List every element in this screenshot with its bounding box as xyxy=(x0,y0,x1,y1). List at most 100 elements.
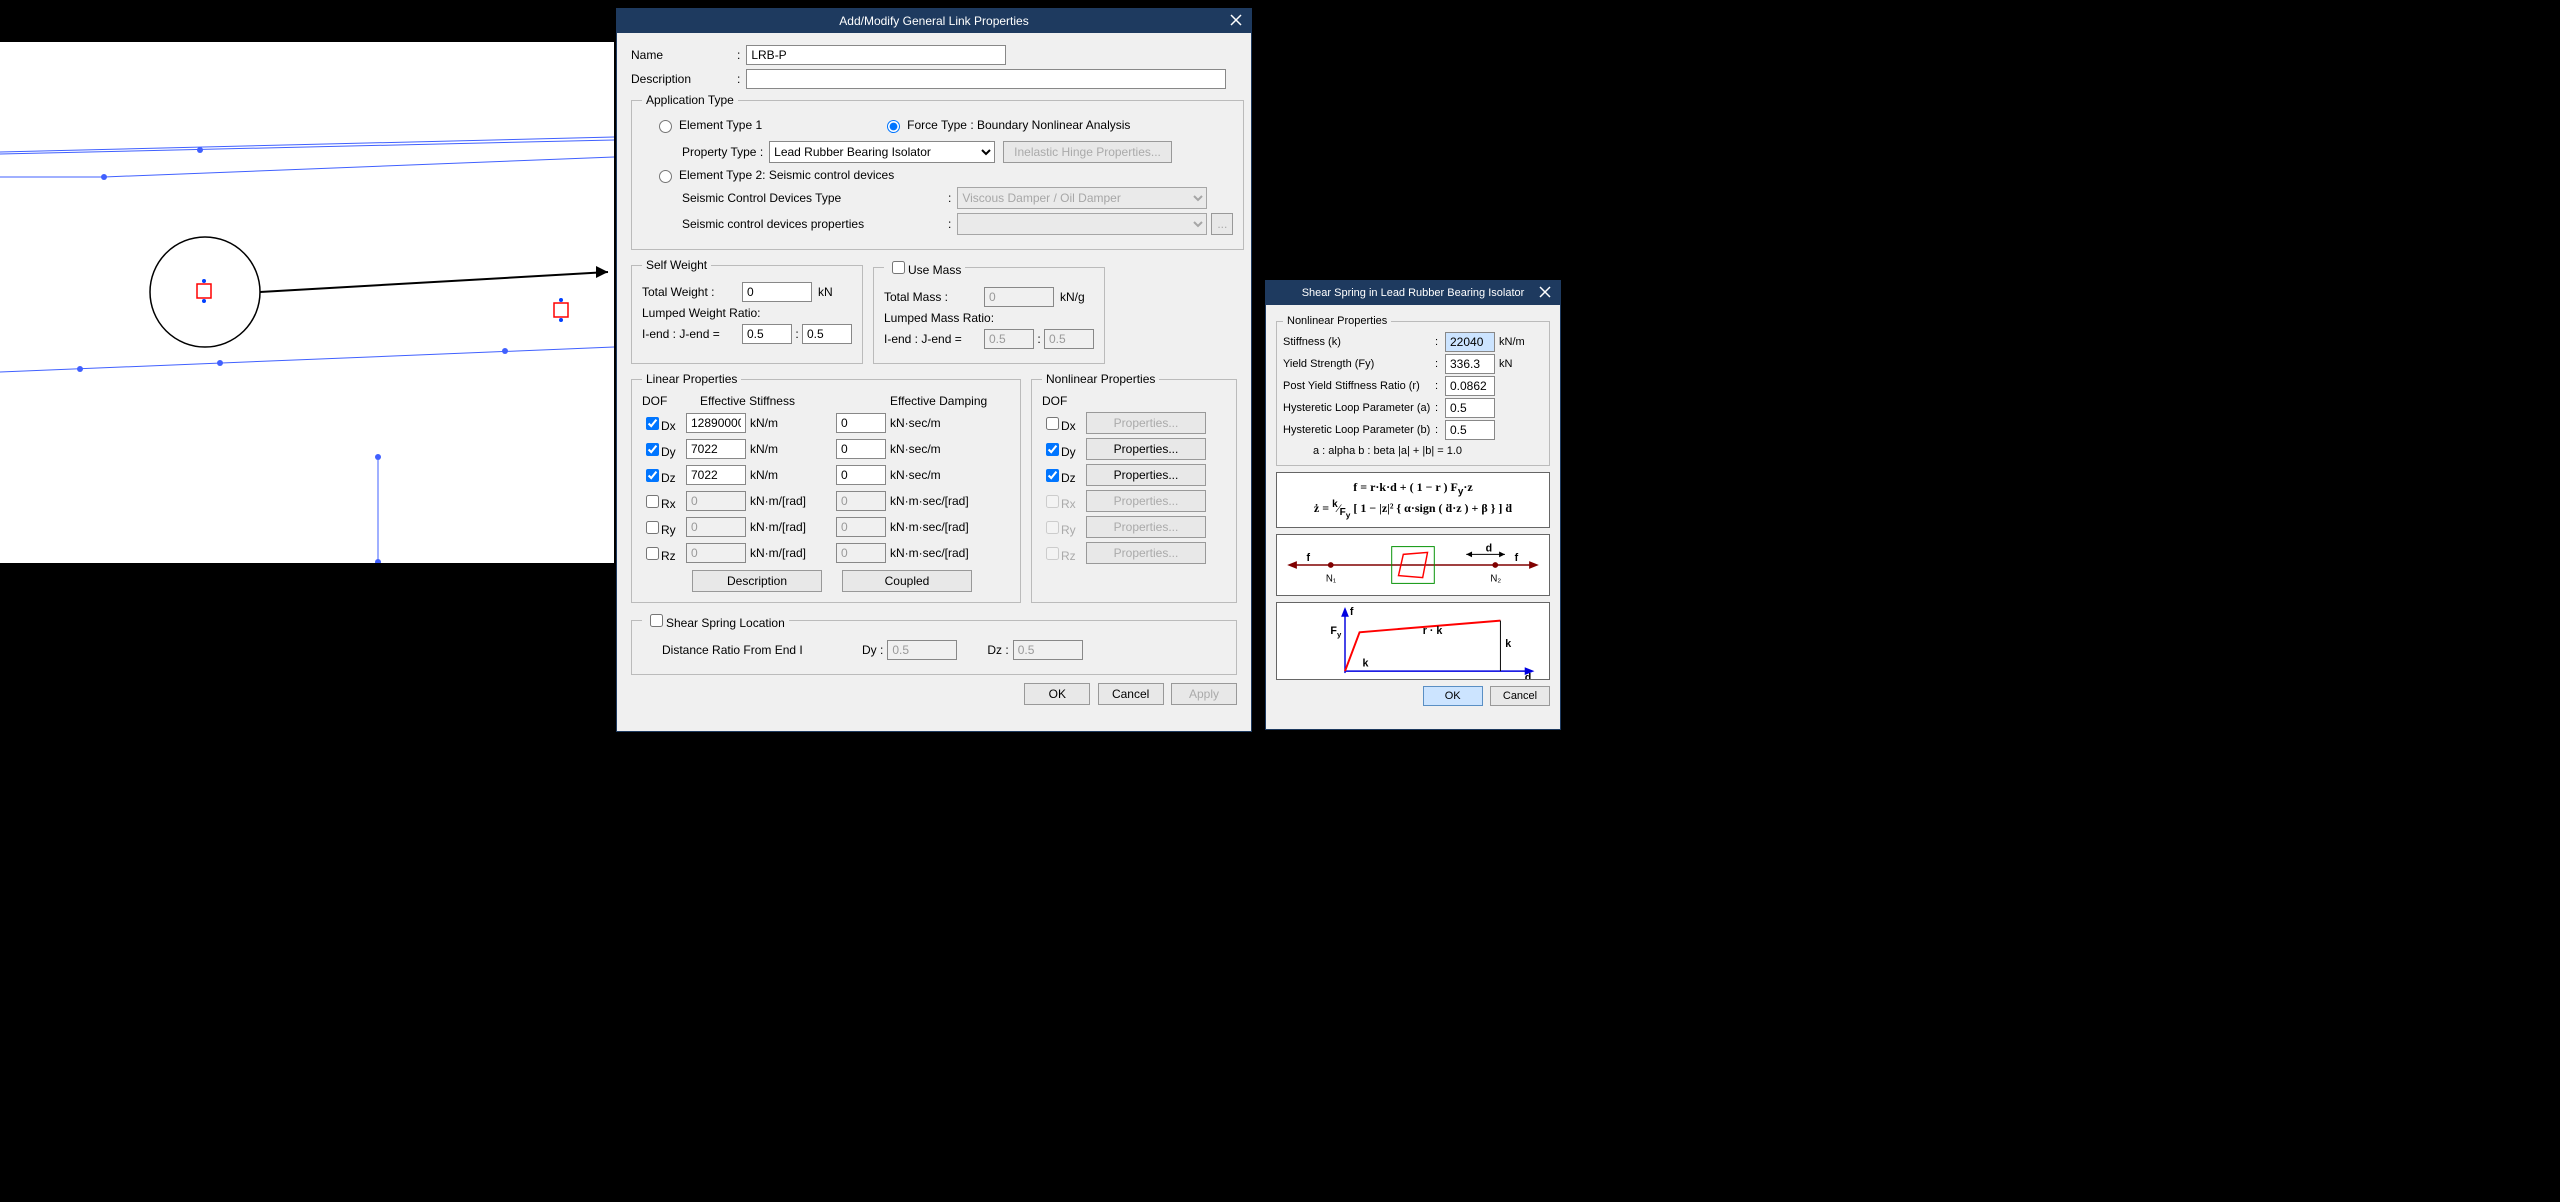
damping-dx-input[interactable] xyxy=(836,413,886,433)
dy-label: Dy : xyxy=(862,643,883,657)
dof-dz-checkbox[interactable]: Dz xyxy=(642,466,686,485)
shear-cancel-button[interactable]: Cancel xyxy=(1490,686,1550,706)
dof-dy-checkbox[interactable]: Dy xyxy=(642,440,686,459)
param-label: Hysteretic Loop Parameter (a) xyxy=(1283,402,1435,414)
iend-jend-label: I-end : J-end = xyxy=(642,327,742,341)
dof-header: DOF xyxy=(642,394,700,408)
damping-rx-input[interactable] xyxy=(836,491,886,511)
dof-ry-checkbox[interactable]: Ry xyxy=(642,518,686,537)
stiffness-dx-input[interactable] xyxy=(686,413,746,433)
shear-dy-input[interactable] xyxy=(887,640,957,660)
ok-button[interactable]: OK xyxy=(1024,683,1090,705)
stiffness-unit: kN·m/[rad] xyxy=(746,520,836,534)
nl-rz-properties-button[interactable]: Properties... xyxy=(1086,542,1206,564)
param-label: Yield Strength (Fy) xyxy=(1283,358,1435,370)
nl-rx-properties-button[interactable]: Properties... xyxy=(1086,490,1206,512)
stiffness-rz-input[interactable] xyxy=(686,543,746,563)
description-label: Description xyxy=(631,72,731,86)
nl-ry-checkbox[interactable]: Ry xyxy=(1042,518,1086,537)
param-input[interactable] xyxy=(1445,398,1495,418)
inelastic-hinge-button[interactable]: Inelastic Hinge Properties... xyxy=(1003,141,1172,163)
total-weight-label: Total Weight : xyxy=(642,285,742,299)
nl-rz-checkbox[interactable]: Rz xyxy=(1042,544,1086,563)
stiffness-unit: kN/m xyxy=(746,416,836,430)
svg-text:d: d xyxy=(1486,542,1493,554)
total-mass-input[interactable] xyxy=(984,287,1054,307)
nl-dy-checkbox[interactable]: Dy xyxy=(1042,440,1086,459)
cancel-button[interactable]: Cancel xyxy=(1098,683,1164,705)
description-button[interactable]: Description xyxy=(692,570,822,592)
svg-text:f: f xyxy=(1307,552,1311,564)
linear-row-dz: Dz kN/m kN·sec/m xyxy=(642,462,1010,488)
weight-iend-input[interactable] xyxy=(742,324,792,344)
stiffness-unit: kN·m/[rad] xyxy=(746,494,836,508)
nl-dz-properties-button[interactable]: Properties... xyxy=(1086,464,1206,486)
element-type-2-radio[interactable]: Element Type 2: Seismic control devices xyxy=(654,167,1233,183)
use-mass-checkbox[interactable]: Use Mass xyxy=(888,263,961,277)
dialog-titlebar[interactable]: Add/Modify General Link Properties xyxy=(617,9,1251,33)
application-type-legend: Application Type xyxy=(642,93,738,107)
damping-dz-input[interactable] xyxy=(836,465,886,485)
alpha-beta-note: a : alpha b : beta |a| + |b| = 1.0 xyxy=(1313,445,1543,457)
stiffness-rx-input[interactable] xyxy=(686,491,746,511)
stiffness-ry-input[interactable] xyxy=(686,517,746,537)
svg-text:k: k xyxy=(1505,638,1511,650)
coupled-button[interactable]: Coupled xyxy=(842,570,972,592)
dof-dx-checkbox[interactable]: Dx xyxy=(642,414,686,433)
stiffness-dz-input[interactable] xyxy=(686,465,746,485)
param-input[interactable] xyxy=(1445,420,1495,440)
nonlinear-props-group: Nonlinear Properties Stiffness (k) : kN/… xyxy=(1276,315,1550,466)
damping-dy-input[interactable] xyxy=(836,439,886,459)
nl-ry-properties-button[interactable]: Properties... xyxy=(1086,516,1206,538)
stiffness-unit: kN/m xyxy=(746,468,836,482)
damping-unit: kN·sec/m xyxy=(886,442,941,456)
dof-rx-checkbox[interactable]: Rx xyxy=(642,492,686,511)
nonlinear-row-dx: Dx Properties... xyxy=(1042,410,1226,436)
model-viewport[interactable] xyxy=(0,42,614,563)
shear-dz-input[interactable] xyxy=(1013,640,1083,660)
apply-button[interactable]: Apply xyxy=(1171,683,1237,705)
shear-dialog-titlebar[interactable]: Shear Spring in Lead Rubber Bearing Isol… xyxy=(1266,281,1560,305)
shear-param-row: Yield Strength (Fy) : kN xyxy=(1283,353,1543,375)
damping-unit: kN·sec/m xyxy=(886,416,941,430)
mass-iend-input[interactable] xyxy=(984,329,1034,349)
param-input[interactable] xyxy=(1445,376,1495,396)
close-icon[interactable] xyxy=(1536,283,1554,301)
seismic-prop-browse-button[interactable]: ... xyxy=(1211,213,1233,235)
close-icon[interactable] xyxy=(1227,11,1245,29)
mass-iend-jend-label: I-end : J-end = xyxy=(884,332,984,346)
dof-rz-checkbox[interactable]: Rz xyxy=(642,544,686,563)
svg-text:f: f xyxy=(1350,606,1354,618)
damping-ry-input[interactable] xyxy=(836,517,886,537)
name-input[interactable] xyxy=(746,45,1006,65)
total-weight-input[interactable] xyxy=(742,282,812,302)
param-input[interactable] xyxy=(1445,332,1495,352)
name-label: Name xyxy=(631,48,731,62)
weight-jend-input[interactable] xyxy=(802,324,852,344)
shear-ok-button[interactable]: OK xyxy=(1423,686,1483,706)
nl-dx-properties-button[interactable]: Properties... xyxy=(1086,412,1206,434)
stiffness-dy-input[interactable] xyxy=(686,439,746,459)
seismic-type-select[interactable]: Viscous Damper / Oil Damper xyxy=(957,187,1207,209)
lumped-mass-label: Lumped Mass Ratio: xyxy=(884,311,1094,325)
param-input[interactable] xyxy=(1445,354,1495,374)
linear-row-rx: Rx kN·m/[rad] kN·m·sec/[rad] xyxy=(642,488,1010,514)
property-type-select[interactable]: Lead Rubber Bearing Isolator xyxy=(769,141,995,163)
nl-dy-properties-button[interactable]: Properties... xyxy=(1086,438,1206,460)
dialog-title: Add/Modify General Link Properties xyxy=(839,14,1028,28)
damping-rz-input[interactable] xyxy=(836,543,886,563)
nl-rx-checkbox[interactable]: Rx xyxy=(1042,492,1086,511)
shear-spring-checkbox[interactable]: Shear Spring Location xyxy=(646,616,785,630)
equation-1: f = r·k·d + ( 1 − r ) Fy·z xyxy=(1353,480,1473,497)
force-type-radio[interactable]: Force Type : Boundary Nonlinear Analysis xyxy=(882,117,1130,133)
nl-dz-checkbox[interactable]: Dz xyxy=(1042,466,1086,485)
nonlinear-row-rx: Rx Properties... xyxy=(1042,488,1226,514)
nonlinear-row-ry: Ry Properties... xyxy=(1042,514,1226,540)
element-type-1-radio[interactable]: Element Type 1 xyxy=(654,117,762,133)
mass-jend-input[interactable] xyxy=(1044,329,1094,349)
seismic-prop-select[interactable] xyxy=(957,213,1207,235)
damping-header: Effective Damping xyxy=(890,394,987,408)
nl-dx-checkbox[interactable]: Dx xyxy=(1042,414,1086,433)
self-weight-legend: Self Weight xyxy=(642,258,711,272)
description-input[interactable] xyxy=(746,69,1226,89)
